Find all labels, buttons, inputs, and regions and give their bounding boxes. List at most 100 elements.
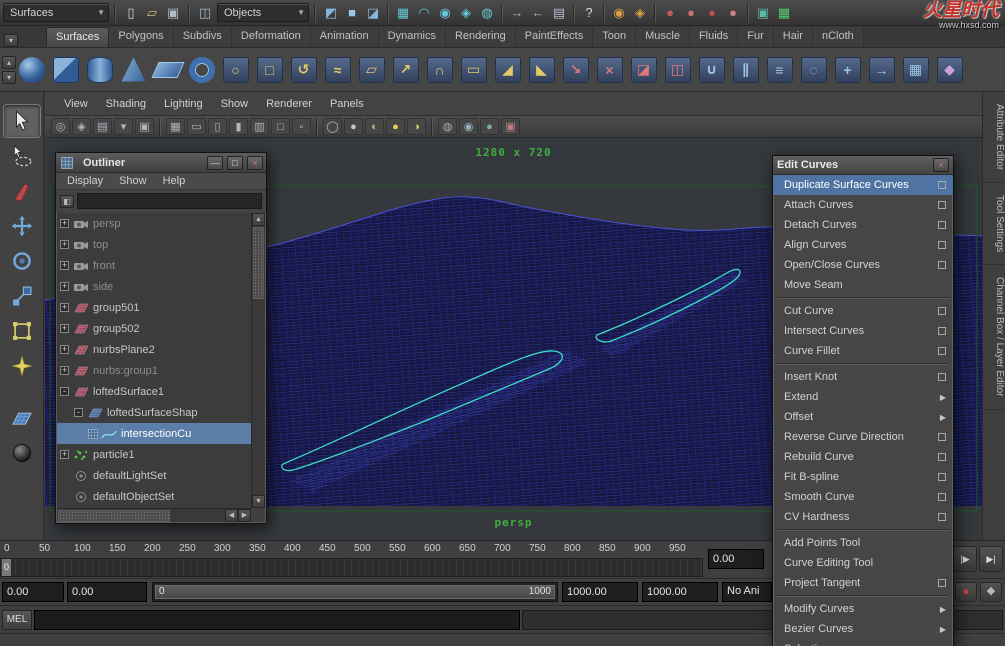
step-forward-key-button[interactable]: |▶: [953, 546, 977, 572]
character-set-selector[interactable]: No Ani: [722, 582, 772, 602]
scrollbar-thumb[interactable]: [253, 227, 264, 299]
input-connections-icon[interactable]: →: [507, 3, 527, 23]
range-slider[interactable]: 0 1000: [152, 582, 558, 602]
paint-select-tool[interactable]: [4, 175, 40, 207]
menu-set-selector[interactable]: Surfaces ▼: [3, 3, 109, 22]
menu-item-align-curves[interactable]: Align Curves: [773, 235, 953, 255]
menu-item-fit-b-spline[interactable]: Fit B-spline: [773, 467, 953, 487]
outliner-item-loftedsurfaceshap[interactable]: -loftedSurfaceShap: [57, 402, 251, 423]
snap-to-grid-icon[interactable]: ▦: [393, 3, 413, 23]
nurbs-cube-icon[interactable]: [49, 51, 82, 89]
shadows-icon[interactable]: ◑: [407, 118, 426, 135]
shelf-tab-painteffects[interactable]: PaintEffects: [516, 27, 594, 47]
menu-item-open-close-curves[interactable]: Open/Close Curves: [773, 255, 953, 275]
option-box-icon[interactable]: [938, 347, 946, 355]
loft-icon[interactable]: ≈: [321, 51, 354, 89]
selection-mask-selector[interactable]: Objects ▼: [217, 3, 309, 22]
menu-item-add-points-tool[interactable]: Add Points Tool: [773, 533, 953, 553]
rebuild-surfaces-icon[interactable]: ▦: [899, 51, 932, 89]
outliner-item-loftedsurface1[interactable]: -loftedSurface1: [57, 381, 251, 402]
panel-tab-tool-settings[interactable]: Tool Settings: [983, 183, 1005, 265]
boundary-icon[interactable]: ▭: [457, 51, 490, 89]
command-language-button[interactable]: MEL: [2, 610, 32, 630]
open-scene-icon[interactable]: ▱: [142, 3, 162, 23]
playback-end-field[interactable]: [562, 582, 638, 602]
menu-item-offset[interactable]: Offset▶: [773, 407, 953, 427]
menu-item-reverse-curve-direction[interactable]: Reverse Curve Direction: [773, 427, 953, 447]
snap-to-plane-icon[interactable]: ◈: [456, 3, 476, 23]
attach-surfaces-icon[interactable]: ∪: [695, 51, 728, 89]
option-box-icon[interactable]: [938, 433, 946, 441]
panel-menu-renderer[interactable]: Renderer: [257, 95, 321, 113]
shelf-scroll-up-button[interactable]: ▴: [2, 56, 16, 69]
panel-tab-attribute-editor[interactable]: Attribute Editor: [983, 92, 1005, 183]
expander-icon[interactable]: -: [60, 387, 69, 396]
textured-icon[interactable]: ◐: [365, 118, 384, 135]
minimize-button[interactable]: —: [207, 156, 223, 170]
scroll-right-icon[interactable]: ▶: [238, 509, 251, 522]
film-gate-icon[interactable]: ▭: [187, 118, 206, 135]
panel-menu-show[interactable]: Show: [212, 95, 258, 113]
outliner-item-particle1[interactable]: +particle1: [57, 444, 251, 465]
resolution-gate-icon[interactable]: ▯: [208, 118, 227, 135]
outliner-item-intersectioncu[interactable]: intersectionCu: [57, 423, 251, 444]
animation-preferences-button[interactable]: ◆: [980, 582, 1002, 602]
four-pane-layout-icon[interactable]: ▦: [774, 3, 794, 23]
lock-selection-icon[interactable]: ◈: [630, 3, 650, 23]
option-box-icon[interactable]: [938, 513, 946, 521]
scroll-down-icon[interactable]: ▼: [252, 495, 265, 508]
timeline-track[interactable]: 0: [0, 558, 703, 577]
selection-mask-icon[interactable]: ◫: [195, 3, 215, 23]
snap-to-curve-icon[interactable]: ◠: [414, 3, 434, 23]
option-box-icon[interactable]: [938, 307, 946, 315]
menu-item-intersect-curves[interactable]: Intersect Curves: [773, 321, 953, 341]
current-frame-field[interactable]: [708, 549, 764, 569]
expander-icon[interactable]: +: [60, 240, 69, 249]
select-by-object-icon[interactable]: ■: [342, 3, 362, 23]
camera-select-icon[interactable]: ◎: [51, 118, 70, 135]
animation-end-field[interactable]: [642, 582, 718, 602]
menu-item-rebuild-curve[interactable]: Rebuild Curve: [773, 447, 953, 467]
range-slider-bar[interactable]: [155, 585, 555, 599]
scale-tool[interactable]: [4, 280, 40, 312]
render-view-icon[interactable]: ●: [660, 3, 680, 23]
untrim-icon[interactable]: ◫: [661, 51, 694, 89]
default-material-icon[interactable]: ●: [480, 118, 499, 135]
shelf-tab-deformation[interactable]: Deformation: [232, 27, 311, 47]
select-by-hierarchy-icon[interactable]: ◩: [321, 3, 341, 23]
close-button[interactable]: ×: [933, 158, 949, 172]
gate-mask-icon[interactable]: ▮: [229, 118, 248, 135]
planar-icon[interactable]: ▱: [355, 51, 388, 89]
detach-surfaces-icon[interactable]: ∥: [729, 51, 762, 89]
trim-tool-icon[interactable]: ◪: [627, 51, 660, 89]
outliner-menu-help[interactable]: Help: [156, 174, 193, 188]
render-current-frame-icon[interactable]: ●: [681, 3, 701, 23]
menu-item-smooth-curve[interactable]: Smooth Curve: [773, 487, 953, 507]
animation-start-field[interactable]: [2, 582, 64, 602]
command-input[interactable]: [34, 610, 520, 630]
select-tool[interactable]: [4, 105, 40, 137]
close-button[interactable]: ×: [247, 156, 263, 170]
shelf-tab-fur[interactable]: Fur: [738, 27, 774, 47]
option-box-icon[interactable]: [938, 201, 946, 209]
safe-title-icon[interactable]: ▫: [292, 118, 311, 135]
option-box-icon[interactable]: [938, 327, 946, 335]
go-to-end-button[interactable]: ▶|: [979, 546, 1003, 572]
option-box-icon[interactable]: [938, 453, 946, 461]
smooth-shade-icon[interactable]: ●: [344, 118, 363, 135]
make-live-icon[interactable]: ◍: [477, 3, 497, 23]
shelf-options-button[interactable]: ▾: [4, 34, 18, 47]
ipr-render-icon[interactable]: ●: [702, 3, 722, 23]
shelf-tab-dynamics[interactable]: Dynamics: [379, 27, 446, 47]
extrude-icon[interactable]: ↗: [389, 51, 422, 89]
shelf-tab-toon[interactable]: Toon: [593, 27, 636, 47]
expander-icon[interactable]: +: [60, 303, 69, 312]
last-tool-nurbs-plane[interactable]: [4, 402, 40, 434]
menu-item-curve-editing-tool[interactable]: Curve Editing Tool: [773, 553, 953, 573]
scroll-up-icon[interactable]: ▲: [252, 213, 265, 226]
playback-start-field[interactable]: [67, 582, 147, 602]
option-box-icon[interactable]: [938, 241, 946, 249]
option-box-icon[interactable]: [938, 473, 946, 481]
option-box-icon[interactable]: [938, 261, 946, 269]
outliner-item-nurbs-group1[interactable]: +nurbs:group1: [57, 360, 251, 381]
